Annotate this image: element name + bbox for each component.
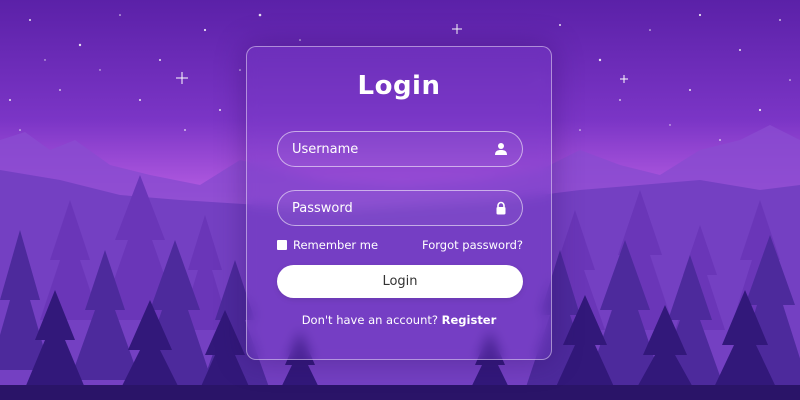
username-input[interactable] <box>292 132 482 166</box>
register-prompt: Don't have an account? <box>301 313 442 327</box>
register-row: Don't have an account? Register <box>247 313 551 327</box>
login-screen: Login Remember me Forgot password? Login <box>0 0 800 400</box>
username-field-wrapper <box>277 131 523 167</box>
password-field-wrapper <box>277 190 523 226</box>
lock-icon <box>496 201 506 215</box>
register-link[interactable]: Register <box>442 313 497 327</box>
remember-me-option[interactable]: Remember me <box>277 238 378 252</box>
password-input[interactable] <box>292 191 482 225</box>
remember-me-label: Remember me <box>293 238 379 252</box>
forgot-password-link[interactable]: Forgot password? <box>422 238 523 252</box>
user-icon <box>495 143 507 155</box>
options-row: Remember me Forgot password? <box>277 238 523 254</box>
login-title: Login <box>357 71 441 101</box>
remember-me-checkbox[interactable] <box>277 240 287 250</box>
login-card: Login Remember me Forgot password? Login <box>246 46 552 360</box>
login-button[interactable]: Login <box>277 265 523 298</box>
